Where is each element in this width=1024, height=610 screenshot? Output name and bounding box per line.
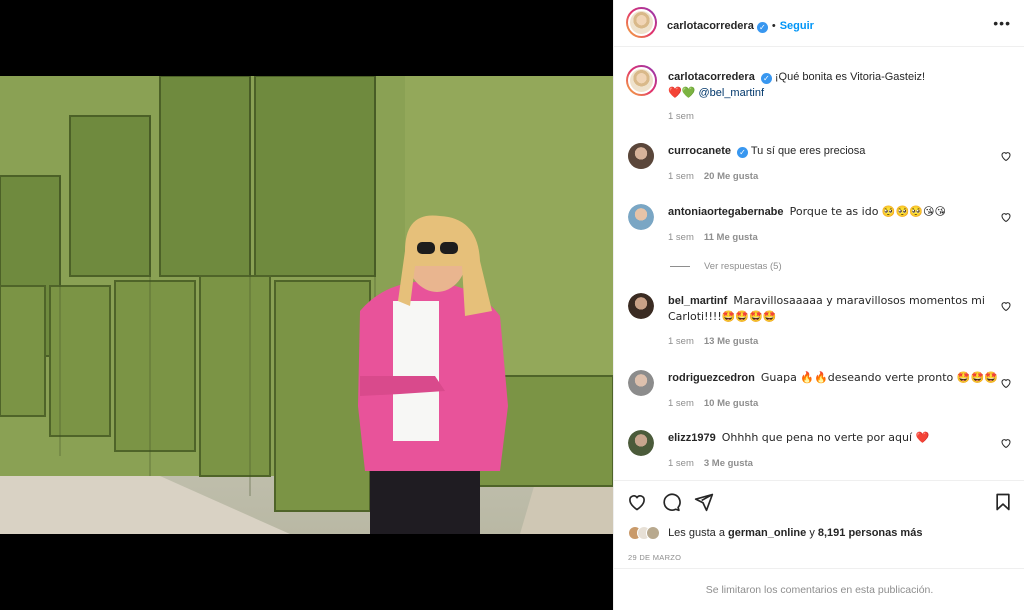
comment-item: antoniaortegabernabe Porque te as ido 🥺🥺… xyxy=(628,204,1020,249)
like-comment-heart-icon[interactable] xyxy=(1000,150,1012,162)
comment-likes[interactable]: 3 Me gusta xyxy=(704,458,753,469)
comment-username[interactable]: antoniaortegabernabe xyxy=(668,206,784,218)
comment-time[interactable]: 1 sem xyxy=(668,336,694,347)
separator-dot: • xyxy=(771,20,776,32)
author-username[interactable]: carlotacorredera xyxy=(667,20,754,32)
caption-username[interactable]: carlotacorredera xyxy=(668,71,755,83)
view-replies-button[interactable]: Ver respuestas (5) xyxy=(670,261,782,272)
like-comment-heart-icon[interactable] xyxy=(1000,377,1012,389)
commenter-avatar[interactable] xyxy=(628,204,654,230)
caption-avatar[interactable] xyxy=(626,65,657,96)
comment-likes[interactable]: 20 Me gusta xyxy=(704,171,758,182)
verified-badge-icon: ✓ xyxy=(756,22,768,33)
comment-body: currocanete ✓ Tu sí que eres preciosa xyxy=(668,143,998,159)
comment-time[interactable]: 1 sem xyxy=(668,171,694,182)
post-date[interactable]: 29 DE MARZO xyxy=(628,553,681,562)
comment-likes[interactable]: 11 Me gusta xyxy=(704,232,758,243)
post-media xyxy=(0,0,613,610)
post-photo[interactable] xyxy=(0,76,613,534)
comment-item: rodriguezcedron Guapa 🔥🔥deseando verte p… xyxy=(628,370,1020,415)
post-caption: carlotacorredera ✓ ¡Qué bonita es Vitoria… xyxy=(626,65,1020,125)
share-paper-plane-icon[interactable] xyxy=(694,492,714,512)
caption-time-label[interactable]: 1 sem xyxy=(668,111,694,122)
comment-username[interactable]: bel_martinf xyxy=(668,295,727,307)
likes-prefix: Les gusta a xyxy=(668,527,725,539)
comment-meta: 1 sem 10 Me gusta xyxy=(668,398,758,409)
header-author-line: carlotacorredera ✓ • Seguir xyxy=(667,16,814,34)
comment-text: Tu sí que eres preciosa xyxy=(750,145,866,157)
likes-count[interactable]: 8,191 personas más xyxy=(818,527,923,539)
comment-text: Guapa 🔥🔥deseando verte pronto 🤩🤩🤩 xyxy=(760,371,998,384)
caption-body: carlotacorredera ✓ ¡Qué bonita es Vitoria… xyxy=(668,69,998,101)
like-comment-heart-icon[interactable] xyxy=(1000,300,1012,312)
follow-button[interactable]: Seguir xyxy=(780,20,814,32)
photo-illustration xyxy=(0,76,613,534)
comment-meta: 1 sem 20 Me gusta xyxy=(668,171,758,182)
view-replies-label[interactable]: Ver respuestas (5) xyxy=(704,261,782,272)
comment-text: Porque te as ido 🥺🥺🥺😘😘 xyxy=(789,205,946,218)
caption-text: ¡Qué bonita es Vitoria-Gasteiz! xyxy=(774,71,926,83)
caption-mention[interactable]: @bel_martinf xyxy=(698,87,764,99)
more-options-icon[interactable]: ••• xyxy=(993,15,1011,31)
commenter-avatar[interactable] xyxy=(628,293,654,319)
post-actions: Les gusta a german_online y 8,191 person… xyxy=(614,480,1024,610)
save-bookmark-icon[interactable] xyxy=(993,492,1013,512)
comment-time[interactable]: 1 sem xyxy=(668,232,694,243)
likes-text: Les gusta a german_online y 8,191 person… xyxy=(668,527,922,539)
like-comment-heart-icon[interactable] xyxy=(1000,211,1012,223)
comments-limited-notice: Se limitaron los comentarios en esta pub… xyxy=(614,568,1024,610)
comment-body: rodriguezcedron Guapa 🔥🔥deseando verte p… xyxy=(668,370,998,386)
like-comment-heart-icon[interactable] xyxy=(1000,437,1012,449)
liker-avatar xyxy=(646,526,660,540)
commenter-avatar[interactable] xyxy=(628,143,654,169)
commenter-avatar[interactable] xyxy=(628,430,654,456)
commenter-avatar[interactable] xyxy=(628,370,654,396)
comment-item: bel_martinf Maravillosaaaaa y maravillos… xyxy=(628,293,1020,351)
caption-emoji: ❤️💚 xyxy=(668,86,696,99)
comment-body: bel_martinf Maravillosaaaaa y maravillos… xyxy=(668,293,988,325)
post-header: carlotacorredera ✓ • Seguir ••• xyxy=(614,0,1024,47)
likes-connector: y xyxy=(809,527,815,539)
comment-text: Ohhhh que pena no verte por aquí ❤️ xyxy=(721,431,930,444)
like-heart-icon[interactable] xyxy=(627,492,647,512)
comment-item: elizz1979 Ohhhh que pena no verte por aq… xyxy=(628,430,1020,475)
author-avatar[interactable] xyxy=(626,7,657,38)
comment-body: elizz1979 Ohhhh que pena no verte por aq… xyxy=(668,430,998,446)
comment-time[interactable]: 1 sem xyxy=(668,398,694,409)
comment-body: antoniaortegabernabe Porque te as ido 🥺🥺… xyxy=(668,204,998,220)
likes-summary[interactable]: Les gusta a german_online y 8,191 person… xyxy=(628,526,922,540)
comment-username[interactable]: currocanete xyxy=(668,145,731,157)
likes-user[interactable]: german_online xyxy=(728,527,806,539)
comment-item: currocanete ✓ Tu sí que eres preciosa 1 s… xyxy=(628,143,1020,188)
comment-meta: 1 sem 13 Me gusta xyxy=(668,336,758,347)
comment-meta: 1 sem 11 Me gusta xyxy=(668,232,758,243)
verified-badge-icon: ✓ xyxy=(736,147,748,158)
comment-meta: 1 sem 3 Me gusta xyxy=(668,458,753,469)
comment-likes[interactable]: 13 Me gusta xyxy=(704,336,758,347)
comment-likes[interactable]: 10 Me gusta xyxy=(704,398,758,409)
caption-time[interactable]: 1 sem xyxy=(668,111,694,122)
comment-username[interactable]: elizz1979 xyxy=(668,432,716,444)
comment-time[interactable]: 1 sem xyxy=(668,458,694,469)
replies-divider-line xyxy=(670,265,690,267)
comment-username[interactable]: rodriguezcedron xyxy=(668,372,755,384)
post-side-panel: carlotacorredera ✓ • Seguir ••• carlotacorr… xyxy=(613,0,1024,610)
comment-bubble-icon[interactable] xyxy=(661,492,681,512)
verified-badge-icon: ✓ xyxy=(760,73,772,84)
